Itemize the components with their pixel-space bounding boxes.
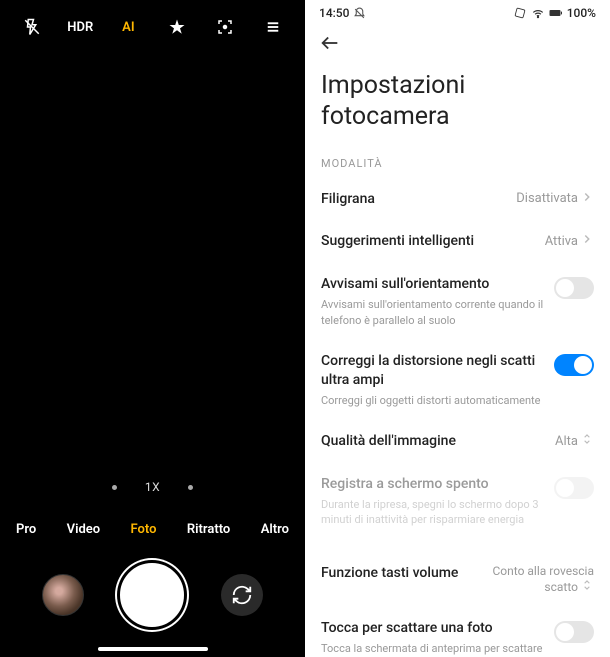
- flash-toggle[interactable]: [15, 18, 49, 36]
- dnd-icon: [353, 7, 366, 20]
- frame-icon: [216, 18, 234, 36]
- setting-title: Filigrana: [321, 190, 506, 209]
- setting-schermo-spento: Registra a schermo spento Durante la rip…: [305, 463, 610, 540]
- setting-title: Avvisami sull'orientamento: [321, 275, 544, 294]
- shutter-button[interactable]: [120, 563, 184, 627]
- camera-app: HDR AI 1X Pro Video Foto Ritratto Altro: [0, 0, 305, 657]
- switch-camera-icon: [231, 584, 253, 606]
- title-line-2: fotocamera: [321, 101, 594, 132]
- toggle-distorsione[interactable]: [554, 354, 594, 376]
- status-time: 14:50: [319, 6, 349, 20]
- setting-value: Alta: [555, 434, 578, 449]
- gallery-thumbnail[interactable]: [42, 574, 84, 616]
- setting-filigrana[interactable]: Filigrana Disattivata: [305, 178, 610, 221]
- star-icon: [168, 18, 186, 36]
- zoom-dot: [188, 485, 193, 490]
- battery-icon: [549, 6, 563, 20]
- setting-title: Tocca per scattare una foto: [321, 619, 544, 638]
- setting-subtitle: Durante la ripresa, spegni lo schermo do…: [321, 497, 544, 528]
- camera-modes: Pro Video Foto Ritratto Altro: [0, 512, 305, 551]
- title-line-1: Impostazioni: [321, 70, 594, 101]
- setting-distorsione: Correggi la distorsione negli scatti ult…: [305, 340, 610, 420]
- flash-off-icon: [23, 18, 41, 36]
- filter-button[interactable]: [160, 18, 194, 36]
- setting-value: Attiva: [545, 234, 578, 249]
- up-down-icon: [580, 578, 594, 595]
- zoom-dot: [112, 485, 117, 490]
- setting-value: Disattivata: [516, 191, 578, 206]
- chevron-right-icon: [580, 190, 594, 208]
- section-label: MODALITÀ: [305, 151, 610, 178]
- camera-controls: [0, 551, 305, 657]
- setting-value-line1: Conto alla rovescia: [492, 564, 594, 578]
- battery-percent: 100%: [567, 6, 596, 20]
- mode-pro[interactable]: Pro: [16, 522, 36, 537]
- setting-volume[interactable]: Funzione tasti volume Conto alla rovesci…: [305, 552, 610, 608]
- setting-subtitle: Avvisami sull'orientamento corrente quan…: [321, 297, 544, 328]
- setting-qualita[interactable]: Qualità dell'immagine Alta: [305, 420, 610, 463]
- switch-camera-button[interactable]: [221, 574, 263, 616]
- setting-title: Registra a schermo spento: [321, 475, 544, 494]
- camera-topbar: HDR AI: [0, 0, 305, 48]
- hdr-toggle[interactable]: HDR: [63, 20, 97, 35]
- setting-title: Suggerimenti intelligenti: [321, 232, 535, 251]
- menu-button[interactable]: [256, 18, 290, 36]
- rotate-lock-icon: [513, 6, 527, 20]
- mode-foto[interactable]: Foto: [131, 522, 157, 537]
- setting-subtitle: Tocca la schermata di anteprima per scat…: [321, 641, 544, 656]
- mode-video[interactable]: Video: [67, 522, 101, 537]
- page-title: Impostazioni fotocamera: [305, 64, 610, 151]
- back-button[interactable]: [319, 32, 341, 54]
- home-indicator[interactable]: [98, 647, 208, 651]
- up-down-icon: [580, 432, 594, 450]
- setting-title: Correggi la distorsione negli scatti ult…: [321, 352, 544, 390]
- zoom-bar[interactable]: 1X: [0, 470, 305, 512]
- setting-subtitle: Correggi gli oggetti distorti automatica…: [321, 393, 544, 408]
- menu-icon: [264, 18, 282, 36]
- mode-ritratto[interactable]: Ritratto: [187, 522, 230, 537]
- setting-orientamento: Avvisami sull'orientamento Avvisami sull…: [305, 263, 610, 340]
- setting-tocca: Tocca per scattare una foto Tocca la sch…: [305, 607, 610, 657]
- ai-toggle[interactable]: AI: [111, 20, 145, 35]
- frame-button[interactable]: [208, 18, 242, 36]
- setting-title: Funzione tasti volume: [321, 564, 482, 583]
- setting-value-line2: scatto: [544, 580, 578, 594]
- toggle-orientamento[interactable]: [554, 277, 594, 299]
- chevron-right-icon: [580, 232, 594, 250]
- camera-settings-screen: 14:50 100% Impostazioni fotocamera MODAL…: [305, 0, 610, 657]
- wifi-icon: [531, 6, 545, 20]
- zoom-value: 1X: [145, 480, 160, 494]
- toggle-tocca[interactable]: [554, 621, 594, 643]
- setting-title: Qualità dell'immagine: [321, 432, 545, 451]
- toggle-schermo-spento: [554, 477, 594, 499]
- mode-altro[interactable]: Altro: [261, 522, 289, 537]
- status-bar: 14:50 100%: [305, 0, 610, 24]
- setting-suggerimenti[interactable]: Suggerimenti intelligenti Attiva: [305, 220, 610, 263]
- camera-viewfinder[interactable]: [0, 48, 305, 470]
